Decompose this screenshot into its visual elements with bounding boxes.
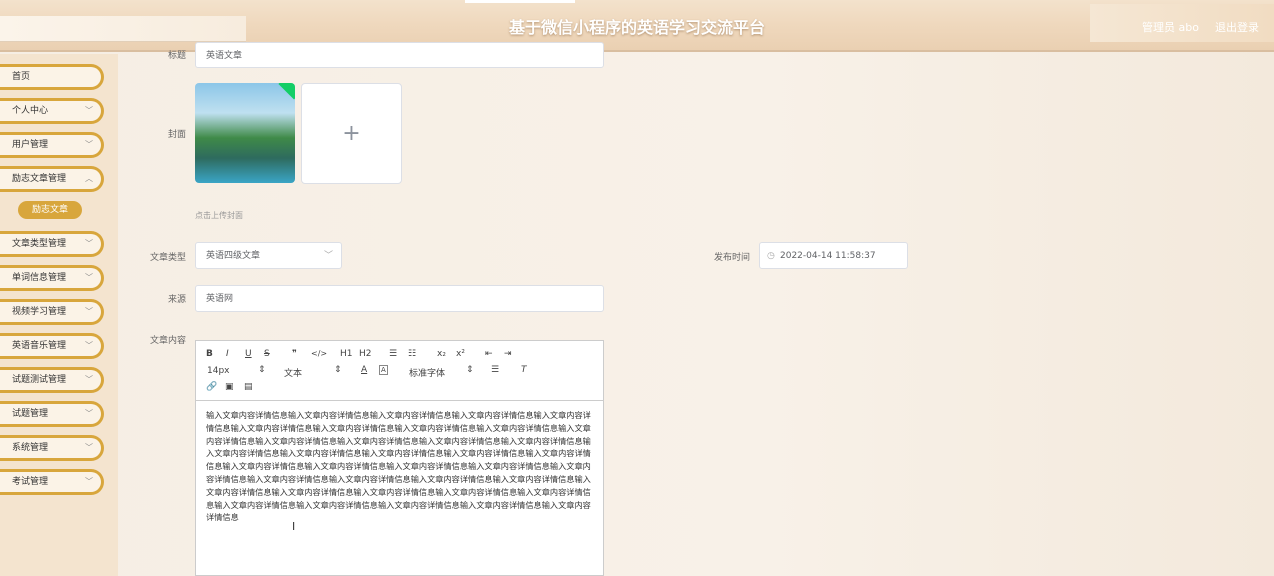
sidebar-item-system[interactable]: 系统管理 ﹀ bbox=[0, 435, 104, 461]
logout-link[interactable]: 退出登录 bbox=[1215, 19, 1259, 35]
sidebar-item-profile[interactable]: 个人中心 ﹀ bbox=[0, 98, 104, 124]
sidebar-item-article-mgmt[interactable]: 励志文章管理 ︿ bbox=[0, 166, 104, 192]
code-button[interactable]: </> bbox=[311, 349, 327, 358]
chevron-down-icon: ﹀ bbox=[85, 375, 93, 384]
blockquote-button[interactable]: ❞ bbox=[292, 349, 297, 359]
italic-button[interactable]: I bbox=[226, 349, 229, 359]
chevron-down-icon: ﹀ bbox=[85, 307, 93, 316]
background-color-icon[interactable]: A bbox=[379, 365, 388, 375]
sidebar-item-label: 个人中心 bbox=[12, 106, 49, 116]
bullet-list-button[interactable]: ☷ bbox=[408, 349, 416, 359]
type-select-value: 英语四级文章 bbox=[206, 251, 261, 261]
content-label: 文章内容 bbox=[149, 336, 186, 346]
sidebar-item-label: 单词信息管理 bbox=[12, 273, 67, 283]
sidebar-item-label: 视频学习管理 bbox=[12, 307, 67, 317]
clear-format-icon[interactable]: T bbox=[521, 365, 527, 375]
chevron-updown-icon: ⇕ bbox=[466, 365, 474, 375]
source-input[interactable]: 英语网 bbox=[195, 285, 604, 312]
text-cursor-icon: I bbox=[292, 520, 296, 533]
upload-cover-button[interactable]: + bbox=[301, 83, 402, 184]
sidebar-item-label: 试题测试管理 bbox=[12, 375, 67, 385]
submenu-item-articles[interactable]: 励志文章 bbox=[18, 201, 82, 219]
cover-image[interactable] bbox=[195, 83, 295, 183]
sidebar-item-label: 首页 bbox=[12, 72, 31, 82]
sidebar-item-label: 英语音乐管理 bbox=[12, 341, 67, 351]
chevron-up-icon: ︿ bbox=[85, 174, 93, 183]
publish-time-value: 2022-04-14 11:58:37 bbox=[780, 251, 876, 261]
sidebar-item-quiz[interactable]: 试题测试管理 ﹀ bbox=[0, 367, 104, 393]
sidebar: 首页 个人中心 ﹀ 用户管理 ﹀ 励志文章管理 ︿ 励志文章 文章类型管理 ﹀ … bbox=[0, 54, 118, 576]
font-color-icon[interactable]: A bbox=[361, 365, 367, 375]
sidebar-item-home[interactable]: 首页 bbox=[0, 64, 104, 90]
chevron-down-icon: ﹀ bbox=[85, 477, 93, 486]
sidebar-item-label: 试题管理 bbox=[12, 409, 49, 419]
chevron-down-icon: ﹀ bbox=[85, 341, 93, 350]
rich-text-editor[interactable]: B I U S ❞ </> H1 H2 ☰ ☷ x₂ x² ⇤ ⇥ 14px ⇕… bbox=[195, 340, 604, 576]
type-label: 文章类型 bbox=[149, 253, 186, 263]
cover-label: 封面 bbox=[167, 130, 186, 140]
sidebar-item-questions[interactable]: 试题管理 ﹀ bbox=[0, 401, 104, 427]
outdent-button[interactable]: ⇤ bbox=[485, 349, 493, 359]
underline-button[interactable]: U bbox=[245, 349, 252, 359]
bold-button[interactable]: B bbox=[206, 349, 213, 359]
type-select[interactable]: 英语四级文章 ﹀ bbox=[195, 242, 342, 269]
cover-hint: 点击上传封面 bbox=[195, 211, 243, 220]
chevron-down-icon: ﹀ bbox=[85, 443, 93, 452]
title-label: 标题 bbox=[167, 51, 186, 61]
title-input[interactable]: 英语文章 bbox=[195, 42, 604, 68]
link-icon[interactable]: 🔗 bbox=[206, 382, 217, 392]
sidebar-item-video[interactable]: 视频学习管理 ﹀ bbox=[0, 299, 104, 325]
strike-button[interactable]: S bbox=[264, 349, 270, 359]
indent-button[interactable]: ⇥ bbox=[504, 349, 512, 359]
h1-button[interactable]: H1 bbox=[340, 349, 353, 359]
chevron-down-icon: ﹀ bbox=[85, 106, 93, 115]
text-style-select[interactable]: 文本 bbox=[284, 366, 302, 379]
sidebar-item-words[interactable]: 单词信息管理 ﹀ bbox=[0, 265, 104, 291]
editor-toolbar: B I U S ❞ </> H1 H2 ☰ ☷ x₂ x² ⇤ ⇥ 14px ⇕… bbox=[196, 341, 603, 401]
chevron-down-icon: ﹀ bbox=[323, 251, 333, 261]
top-header: 基于微信小程序的英语学习交流平台 管理员 abo 退出登录 bbox=[0, 0, 1274, 52]
sidebar-item-exam[interactable]: 考试管理 ﹀ bbox=[0, 469, 104, 495]
clock-icon: ◷ bbox=[767, 251, 775, 261]
font-size-select[interactable]: 14px bbox=[207, 366, 230, 376]
chevron-updown-icon: ⇕ bbox=[334, 365, 342, 375]
header-decoration-top bbox=[465, 0, 575, 3]
sidebar-item-label: 系统管理 bbox=[12, 443, 49, 453]
superscript-button[interactable]: x² bbox=[456, 349, 465, 359]
sidebar-item-label: 考试管理 bbox=[12, 477, 49, 487]
chevron-down-icon: ﹀ bbox=[85, 273, 93, 282]
publish-time-label: 发布时间 bbox=[713, 253, 750, 263]
font-family-select[interactable]: 标准字体 bbox=[409, 366, 445, 379]
editor-content[interactable]: 输入文章内容详情信息输入文章内容详情信息输入文章内容详情信息输入文章内容详情信息… bbox=[206, 409, 592, 524]
h2-button[interactable]: H2 bbox=[359, 349, 372, 359]
sidebar-item-label: 用户管理 bbox=[12, 140, 49, 150]
sidebar-item-music[interactable]: 英语音乐管理 ﹀ bbox=[0, 333, 104, 359]
image-icon[interactable]: ▣ bbox=[225, 382, 234, 392]
sidebar-item-label: 文章类型管理 bbox=[12, 239, 67, 249]
align-icon[interactable]: ☰ bbox=[491, 365, 499, 375]
publish-time-picker[interactable]: ◷ 2022-04-14 11:58:37 bbox=[759, 242, 908, 269]
video-icon[interactable]: ▤ bbox=[244, 382, 253, 392]
ordered-list-button[interactable]: ☰ bbox=[389, 349, 397, 359]
current-user: 管理员 abo bbox=[1142, 21, 1199, 34]
source-label: 来源 bbox=[167, 295, 186, 305]
chevron-down-icon: ﹀ bbox=[85, 239, 93, 248]
chevron-updown-icon: ⇕ bbox=[258, 365, 266, 375]
chevron-down-icon: ﹀ bbox=[85, 140, 93, 149]
app-title: 基于微信小程序的英语学习交流平台 bbox=[508, 18, 765, 37]
chevron-down-icon: ﹀ bbox=[85, 409, 93, 418]
uploaded-check-icon bbox=[278, 83, 295, 100]
sidebar-item-article-type[interactable]: 文章类型管理 ﹀ bbox=[0, 231, 104, 257]
sidebar-item-label: 励志文章管理 bbox=[12, 174, 67, 184]
sidebar-item-users[interactable]: 用户管理 ﹀ bbox=[0, 132, 104, 158]
subscript-button[interactable]: x₂ bbox=[437, 349, 446, 359]
